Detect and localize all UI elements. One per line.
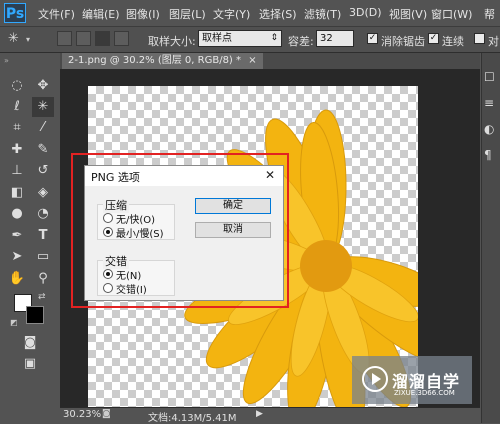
eraser-icon[interactable]: ◧	[6, 183, 28, 203]
interlace-none-radio[interactable]	[103, 269, 113, 279]
compression-small-label[interactable]: 最小/慢(S)	[116, 225, 164, 240]
status-arrow-icon[interactable]: ▶	[256, 409, 263, 419]
close-icon[interactable]: ×	[248, 55, 256, 66]
sample-size-select[interactable]: 取样点	[198, 30, 282, 47]
ok-button[interactable]: 确定	[195, 198, 271, 214]
sample-all-label: 对	[488, 35, 499, 48]
hand-icon[interactable]: ✋	[6, 269, 28, 289]
zoom-icon[interactable]: ⚲	[32, 269, 54, 289]
history-brush-icon[interactable]: ↺	[32, 161, 54, 181]
close-icon[interactable]: ✕	[265, 168, 275, 182]
panel-icon-3[interactable]: ◐	[484, 122, 494, 136]
menu-layer[interactable]: 图层(L)	[169, 6, 206, 22]
sample-size-label: 取样大小:	[148, 35, 196, 48]
marquee-icon[interactable]: ◌	[6, 76, 28, 96]
panel-icon-2[interactable]: ≡	[484, 96, 494, 110]
menu-filter[interactable]: 滤镜(T)	[304, 6, 341, 22]
sample-all-layers-checkbox[interactable]	[474, 33, 485, 44]
chevron-down-icon[interactable]: ▾	[26, 35, 30, 44]
tolerance-label: 容差:	[288, 35, 314, 48]
healing-icon[interactable]: ✚	[6, 140, 28, 160]
shape-icon[interactable]: ▭	[32, 247, 54, 267]
panel-collapse-icon[interactable]: »	[4, 56, 9, 65]
tolerance-input[interactable]: 32	[316, 30, 354, 47]
magic-wand-preset-icon[interactable]: ✳	[8, 31, 19, 46]
menu-view[interactable]: 视图(V)	[389, 6, 427, 22]
menu-type[interactable]: 文字(Y)	[213, 6, 250, 22]
menu-window[interactable]: 窗口(W)	[431, 6, 472, 22]
compression-small-radio[interactable]	[103, 227, 113, 237]
interlace-none-label[interactable]: 无(N)	[116, 267, 141, 282]
panel-icon-4[interactable]: ¶	[484, 148, 492, 162]
antialias-label: 消除锯齿	[381, 35, 425, 48]
watermark-play-icon	[362, 366, 388, 392]
interlace-on-label[interactable]: 交错(I)	[116, 281, 147, 296]
png-options-dialog: PNG 选项 ✕ 压缩 无/快(O) 最小/慢(S) 交错 无(N) 交错(I)…	[84, 165, 284, 301]
subtract-selection-icon[interactable]	[95, 31, 110, 46]
intersect-selection-icon[interactable]	[114, 31, 129, 46]
swap-colors-icon[interactable]: ⇄	[38, 292, 46, 302]
default-colors-icon[interactable]: ◩	[10, 318, 18, 327]
zoom-level[interactable]: 30.23%	[63, 409, 101, 420]
dodge-icon[interactable]: ◔	[32, 204, 54, 224]
menu-file[interactable]: 文件(F)	[38, 6, 75, 22]
quick-mask-icon[interactable]: ◙	[19, 333, 41, 353]
menu-select[interactable]: 选择(S)	[259, 6, 297, 22]
contiguous-label: 连续	[442, 35, 464, 48]
document-tab-title: 2-1.png @ 30.2% (图层 0, RGB/8) *	[68, 55, 242, 66]
screen-mode-icon[interactable]: ▣	[19, 354, 41, 374]
eyedropper-icon[interactable]: ⁄	[32, 118, 54, 138]
menu-edit[interactable]: 编辑(E)	[82, 6, 120, 22]
document-info: 文档:4.13M/5.41M	[148, 413, 237, 424]
status-bar	[60, 407, 480, 424]
dialog-title: PNG 选项	[91, 171, 140, 184]
bucket-icon[interactable]: ◈	[32, 183, 54, 203]
compression-fast-label[interactable]: 无/快(O)	[116, 211, 155, 226]
menu-help[interactable]: 帮	[484, 6, 495, 22]
move-icon[interactable]: ✥	[32, 76, 54, 96]
interlace-on-radio[interactable]	[103, 283, 113, 293]
magic-wand-icon[interactable]: ✳	[32, 97, 54, 117]
lasso-icon[interactable]: ℓ	[6, 97, 28, 117]
watermark-url: ZIXUE.3D66.COM	[394, 389, 455, 397]
type-icon[interactable]: T	[32, 226, 54, 246]
menu-3d[interactable]: 3D(D)	[349, 6, 382, 19]
brush-icon[interactable]: ✎	[32, 140, 54, 160]
path-select-icon[interactable]: ➤	[6, 247, 28, 267]
crop-icon[interactable]: ⌗	[6, 118, 28, 138]
stamp-icon[interactable]: ⊥	[6, 161, 28, 181]
compression-fast-radio[interactable]	[103, 213, 113, 223]
status-menu-icon[interactable]: ◙	[102, 409, 111, 419]
background-color-swatch[interactable]	[26, 306, 44, 324]
menu-image[interactable]: 图像(I)	[126, 6, 160, 22]
pen-icon[interactable]: ✒	[6, 226, 28, 246]
photoshop-logo-icon: Ps	[4, 3, 26, 23]
new-selection-icon[interactable]	[57, 31, 72, 46]
antialias-checkbox[interactable]: ✓	[367, 33, 378, 44]
contiguous-checkbox[interactable]: ✓	[428, 33, 439, 44]
cancel-button[interactable]: 取消	[195, 222, 271, 238]
document-tab[interactable]: 2-1.png @ 30.2% (图层 0, RGB/8) * ×	[62, 53, 263, 69]
add-selection-icon[interactable]	[76, 31, 91, 46]
panel-icon-1[interactable]: ☐	[484, 70, 495, 84]
blur-icon[interactable]: ●	[6, 204, 28, 224]
